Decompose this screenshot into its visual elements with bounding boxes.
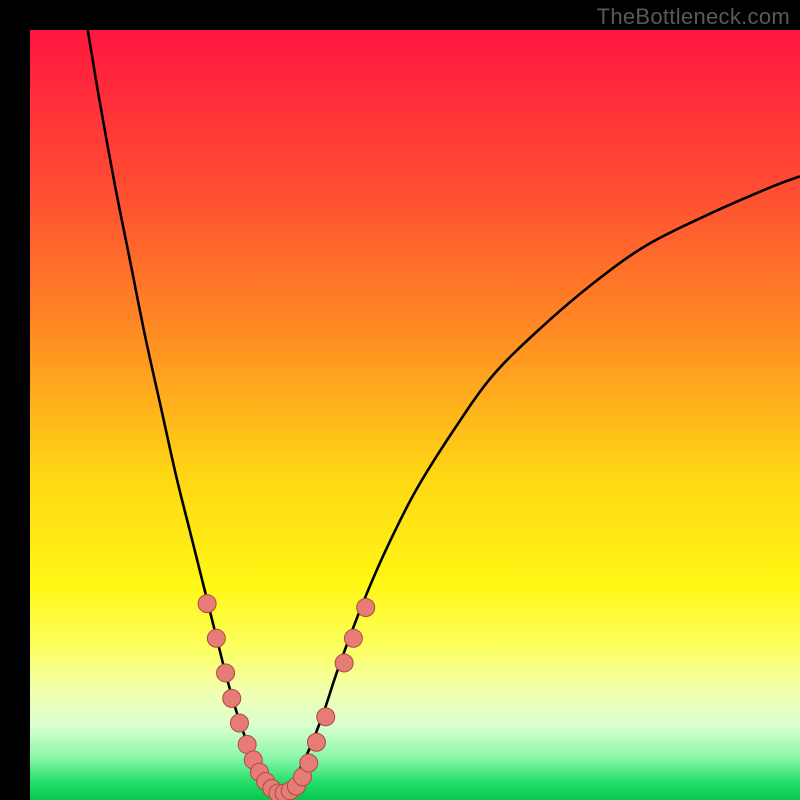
bottleneck-chart [0,0,800,800]
chart-frame: TheBottleneck.com [0,0,800,800]
data-marker [217,664,235,682]
chart-gradient-background [30,30,800,800]
watermark-text: TheBottleneck.com [597,4,790,30]
data-marker [317,708,335,726]
data-marker [335,654,353,672]
data-marker [223,689,241,707]
data-marker [230,714,248,732]
data-marker [207,629,225,647]
data-marker [344,629,362,647]
data-marker [307,733,325,751]
data-marker [198,595,216,613]
data-marker [300,754,318,772]
data-marker [357,599,375,617]
